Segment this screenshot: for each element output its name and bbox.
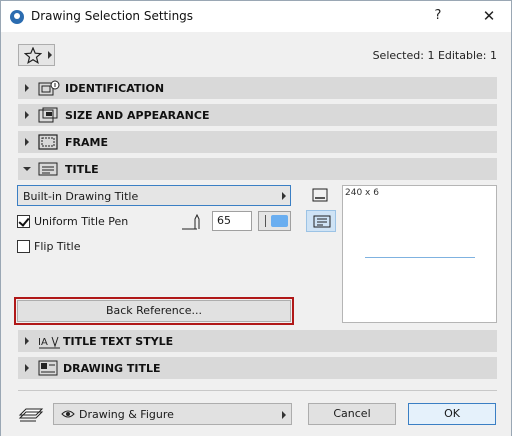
drawing-title-icon: [38, 360, 58, 376]
section-identification[interactable]: IDENTIFICATION: [18, 77, 497, 99]
flip-title-checkbox[interactable]: [17, 240, 30, 253]
chevron-down-icon: [23, 167, 31, 171]
uniform-title-pen-label: Uniform Title Pen: [34, 215, 129, 228]
section-label: TITLE TEXT STYLE: [63, 335, 174, 348]
title-type-value: Built-in Drawing Title: [23, 190, 139, 203]
section-title[interactable]: TITLE: [18, 158, 497, 180]
chevron-right-icon: [48, 51, 52, 59]
layer-mode-dropdown[interactable]: Drawing & Figure: [53, 403, 292, 425]
title-text-toggle[interactable]: [306, 210, 336, 232]
window-title: Drawing Selection Settings: [31, 9, 194, 23]
chevron-right-icon: [282, 192, 286, 200]
chevron-right-icon: [25, 111, 29, 119]
pen-icon: [182, 213, 200, 230]
help-button[interactable]: ?: [421, 1, 455, 31]
chevron-right-icon: [25, 84, 29, 92]
pen-number-input[interactable]: 65: [212, 211, 252, 231]
section-frame[interactable]: FRAME: [18, 131, 497, 153]
close-button[interactable]: ✕: [471, 1, 507, 31]
chevron-right-icon: [25, 337, 29, 345]
divider: [265, 215, 266, 227]
chevron-right-icon: [25, 364, 29, 372]
uniform-title-pen-checkbox[interactable]: [17, 215, 30, 228]
dialog-window: Drawing Selection Settings ? ✕ Selected:…: [0, 0, 512, 436]
section-label: SIZE AND APPEARANCE: [65, 109, 210, 122]
title-layout-icon[interactable]: [312, 188, 328, 202]
title-preview: 240 x 6: [342, 185, 497, 323]
title-text-icon: [313, 215, 331, 228]
star-icon: [24, 47, 42, 64]
archicad-app-icon: [10, 10, 24, 24]
chevron-right-icon: [25, 138, 29, 146]
section-label: DRAWING TITLE: [63, 362, 161, 375]
text-style-icon: IA: [38, 336, 60, 349]
section-label: IDENTIFICATION: [65, 82, 165, 95]
cancel-button[interactable]: Cancel: [308, 403, 396, 425]
title-bar: Drawing Selection Settings ? ✕: [1, 1, 511, 32]
selection-status: Selected: 1 Editable: 1: [372, 49, 497, 62]
title-icon: [38, 162, 58, 176]
section-label: TITLE: [65, 163, 99, 176]
identification-icon: [38, 80, 60, 96]
layer-mode-value: Drawing & Figure: [79, 408, 174, 421]
dialog-content: Selected: 1 Editable: 1 IDENTIFICATION S…: [1, 32, 511, 436]
preview-title-line: [365, 257, 475, 258]
flip-title-label: Flip Title: [34, 240, 81, 253]
highlight-box: [14, 297, 294, 325]
pen-color-picker[interactable]: [258, 211, 291, 231]
eye-icon: [61, 410, 75, 418]
frame-icon: [38, 134, 58, 150]
section-title-text-style[interactable]: IA TITLE TEXT STYLE: [18, 330, 497, 352]
favorites-button[interactable]: [18, 44, 55, 66]
section-label: FRAME: [65, 136, 108, 149]
ok-button[interactable]: OK: [408, 403, 496, 425]
size-appearance-icon: [38, 107, 58, 123]
svg-text:IA: IA: [38, 337, 48, 348]
pen-color-swatch: [271, 215, 288, 227]
layer-stack-icon[interactable]: [18, 403, 44, 423]
title-type-dropdown[interactable]: Built-in Drawing Title: [17, 185, 291, 206]
preview-size-label: 240 x 6: [345, 188, 379, 198]
chevron-right-icon: [282, 411, 286, 419]
section-size-appearance[interactable]: SIZE AND APPEARANCE: [18, 104, 497, 126]
section-drawing-title[interactable]: DRAWING TITLE: [18, 357, 497, 379]
footer-divider: [18, 390, 497, 391]
